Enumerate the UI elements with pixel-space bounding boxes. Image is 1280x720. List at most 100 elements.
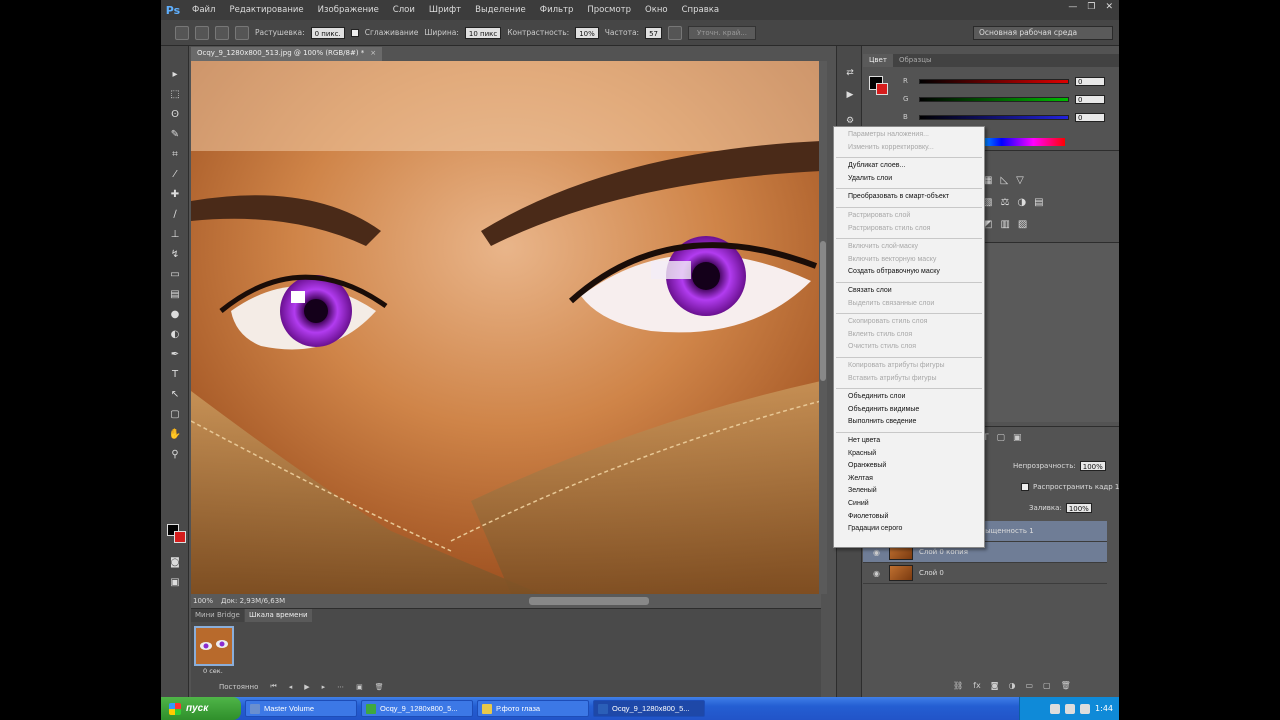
eyedropper-tool-icon[interactable]: ⁄ <box>168 168 182 182</box>
panel-bg-color[interactable] <box>876 83 888 95</box>
context-menu-item[interactable]: Дубликат слоев... <box>848 161 984 171</box>
delete-layer-icon[interactable]: 🗑 <box>1061 681 1071 690</box>
subtract-selection-icon[interactable] <box>235 25 249 40</box>
threshold-icon[interactable]: ▨ <box>1018 219 1027 230</box>
context-menu-item[interactable]: Желтая <box>848 474 984 484</box>
filter-smart-icon[interactable]: ▣ <box>1013 433 1022 443</box>
new-adjustment-icon[interactable]: ◑ <box>1008 681 1015 690</box>
visibility-eye-icon[interactable]: ◉ <box>873 569 883 578</box>
play-icon[interactable]: ▶ <box>304 683 309 691</box>
curves-icon[interactable]: ◺ <box>1000 175 1008 186</box>
screen-mode-icon[interactable]: ▣ <box>168 576 182 590</box>
image-canvas[interactable] <box>191 61 821 594</box>
move-tool-icon[interactable]: ▸ <box>168 68 182 82</box>
taskbar-item[interactable]: Ocqy_9_1280x800_5... <box>593 700 705 717</box>
green-value[interactable]: 0 <box>1075 94 1105 104</box>
close-icon[interactable]: × <box>370 49 376 57</box>
layer-style-icon[interactable]: fx <box>973 681 981 690</box>
actions-panel-icon[interactable]: ▶ <box>844 90 856 102</box>
dodge-tool-icon[interactable]: ◐ <box>168 328 182 342</box>
shape-tool-icon[interactable]: ▢ <box>168 408 182 422</box>
width-input[interactable]: 10 пикс <box>464 26 502 39</box>
photo-filter-icon[interactable]: ▤ <box>1034 197 1043 208</box>
context-menu-item[interactable]: Выполнить сведение <box>848 417 984 427</box>
network-icon[interactable] <box>1050 703 1061 714</box>
quick-mask-icon[interactable]: ◙ <box>168 556 182 570</box>
blur-tool-icon[interactable]: ● <box>168 308 182 322</box>
delete-frame-icon[interactable]: 🗑 <box>375 683 384 691</box>
tablet-pressure-icon[interactable] <box>668 25 682 40</box>
gradient-tool-icon[interactable]: ▤ <box>168 288 182 302</box>
eraser-tool-icon[interactable]: ▭ <box>168 268 182 282</box>
scroll-thumb[interactable] <box>820 241 826 381</box>
zoom-level[interactable]: 100% <box>193 597 213 605</box>
clock[interactable]: 1:44 <box>1095 704 1113 713</box>
menu-view[interactable]: Просмотр <box>580 5 638 15</box>
taskbar-item[interactable]: Master Volume <box>245 700 357 717</box>
context-menu-item[interactable]: Фиолетовый <box>848 512 984 522</box>
volume-icon[interactable] <box>1065 703 1076 714</box>
context-menu-item[interactable]: Преобразовать в смарт-объект <box>848 192 984 202</box>
stamp-tool-icon[interactable]: ⊥ <box>168 228 182 242</box>
menu-window[interactable]: Окно <box>638 5 675 15</box>
context-menu-item[interactable]: Связать слои <box>848 286 984 296</box>
workspace-select[interactable]: Основная рабочая среда <box>973 26 1113 40</box>
color-swatches[interactable] <box>167 524 187 544</box>
menu-edit[interactable]: Редактирование <box>222 5 310 15</box>
menu-file[interactable]: Файл <box>185 5 222 15</box>
document-tab[interactable]: Ocqy_9_1280x800_513.jpg @ 100% (RGB/8#) … <box>191 47 383 61</box>
new-layer-icon[interactable]: ▢ <box>1043 681 1051 690</box>
horizontal-scrollbar[interactable] <box>529 597 649 605</box>
first-frame-icon[interactable]: ⏮ <box>270 682 276 691</box>
tab-timeline[interactable]: Шкала времени <box>245 609 312 622</box>
add-selection-icon[interactable] <box>215 25 229 40</box>
context-menu-item[interactable]: Объединить слои <box>848 392 984 402</box>
close-icon[interactable]: ✕ <box>1105 2 1113 12</box>
fill-input[interactable]: 100% <box>1065 503 1092 513</box>
type-tool-icon[interactable]: T <box>168 368 182 382</box>
loop-select[interactable]: Постоянно <box>219 683 258 691</box>
menu-filter[interactable]: Фильтр <box>533 5 581 15</box>
layer-row[interactable]: ◉ Слой 0 <box>863 563 1107 584</box>
lasso-preset-icon[interactable] <box>175 25 189 40</box>
taskbar-item[interactable]: Р.фото глаза <box>477 700 589 717</box>
lasso-tool-icon[interactable]: ʘ <box>168 108 182 122</box>
menu-layers[interactable]: Слои <box>386 5 422 15</box>
red-value[interactable]: 0 <box>1075 76 1105 86</box>
link-layers-icon[interactable]: ⛓ <box>953 681 963 690</box>
visibility-eye-icon[interactable]: ◉ <box>873 548 883 557</box>
tween-icon[interactable]: ⋯ <box>337 683 344 691</box>
history-panel-icon[interactable]: ⇄ <box>844 68 856 80</box>
marquee-tool-icon[interactable]: ⬚ <box>168 88 182 102</box>
context-menu-item[interactable]: Удалить слои <box>848 174 984 184</box>
context-menu-item[interactable]: Красный <box>848 449 984 459</box>
new-selection-icon[interactable] <box>195 25 209 40</box>
add-mask-icon[interactable]: ◙ <box>991 681 999 690</box>
blue-slider[interactable]: B 0 <box>903 112 1105 122</box>
start-button[interactable]: пуск <box>161 697 241 720</box>
refine-edge-button[interactable]: Уточн. край... <box>688 25 756 40</box>
feather-input[interactable]: 0 пикс. <box>310 26 345 39</box>
vertical-scrollbar[interactable] <box>819 61 827 594</box>
history-brush-tool-icon[interactable]: ↯ <box>168 248 182 262</box>
background-color[interactable] <box>174 531 186 543</box>
color-balance-icon[interactable]: ⚖ <box>1000 197 1009 208</box>
duplicate-frame-icon[interactable]: ▣ <box>356 683 363 691</box>
tab-mini-bridge[interactable]: Мини Bridge <box>191 609 244 622</box>
exposure-icon[interactable]: ▽ <box>1016 175 1024 186</box>
frame-delay[interactable]: 0 сек. <box>203 667 223 675</box>
brush-tool-icon[interactable]: ∕ <box>168 208 182 222</box>
security-icon[interactable] <box>1080 703 1091 714</box>
propagate-checkbox[interactable] <box>1021 483 1029 491</box>
next-frame-icon[interactable]: ▸ <box>322 683 326 691</box>
filter-shape-icon[interactable]: ▢ <box>997 433 1006 443</box>
minimize-icon[interactable]: — <box>1068 2 1077 12</box>
context-menu-item[interactable]: Градации серого <box>848 524 984 534</box>
menu-select[interactable]: Выделение <box>468 5 533 15</box>
crop-tool-icon[interactable]: ⌗ <box>168 148 182 162</box>
red-slider[interactable]: R 0 <box>903 76 1105 86</box>
path-select-tool-icon[interactable]: ↖ <box>168 388 182 402</box>
frequency-input[interactable]: 57 <box>645 26 662 39</box>
antialias-checkbox[interactable] <box>350 28 359 37</box>
green-slider[interactable]: G 0 <box>903 94 1105 104</box>
